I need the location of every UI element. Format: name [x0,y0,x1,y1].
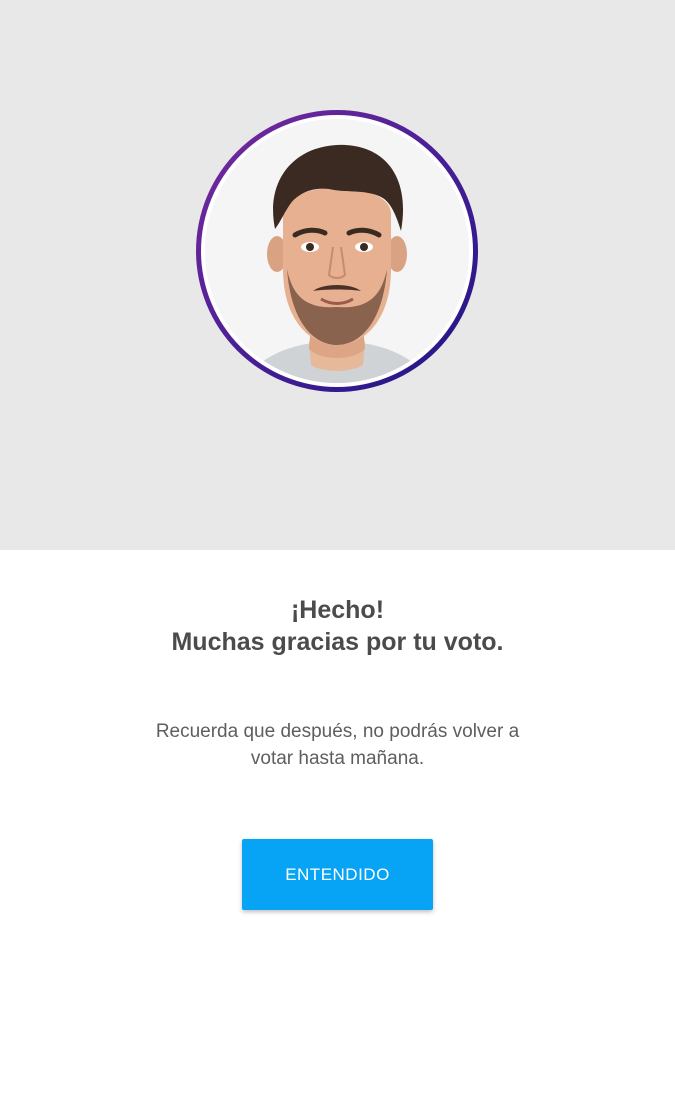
hero-panel [0,0,675,550]
avatar-ring [196,110,478,392]
reminder-message: Recuerda que después, no podrás volver a… [0,718,675,772]
title-line-1: ¡Hecho! [290,596,385,624]
page-title: ¡Hecho! Muchas gracias por tu voto. [0,594,675,658]
title-line-2: Muchas gracias por tu voto. [171,628,504,656]
confirmation-panel: ¡Hecho! Muchas gracias por tu voto. Recu… [0,550,675,1097]
avatar-frame [201,115,473,387]
avatar-portrait-icon [205,119,469,383]
avatar [205,119,469,383]
message-line-1: Recuerda que después, no podrás volver a [155,721,520,742]
entendido-button[interactable]: ENTENDIDO [242,839,433,910]
message-line-2: votar hasta mañana. [250,748,425,769]
